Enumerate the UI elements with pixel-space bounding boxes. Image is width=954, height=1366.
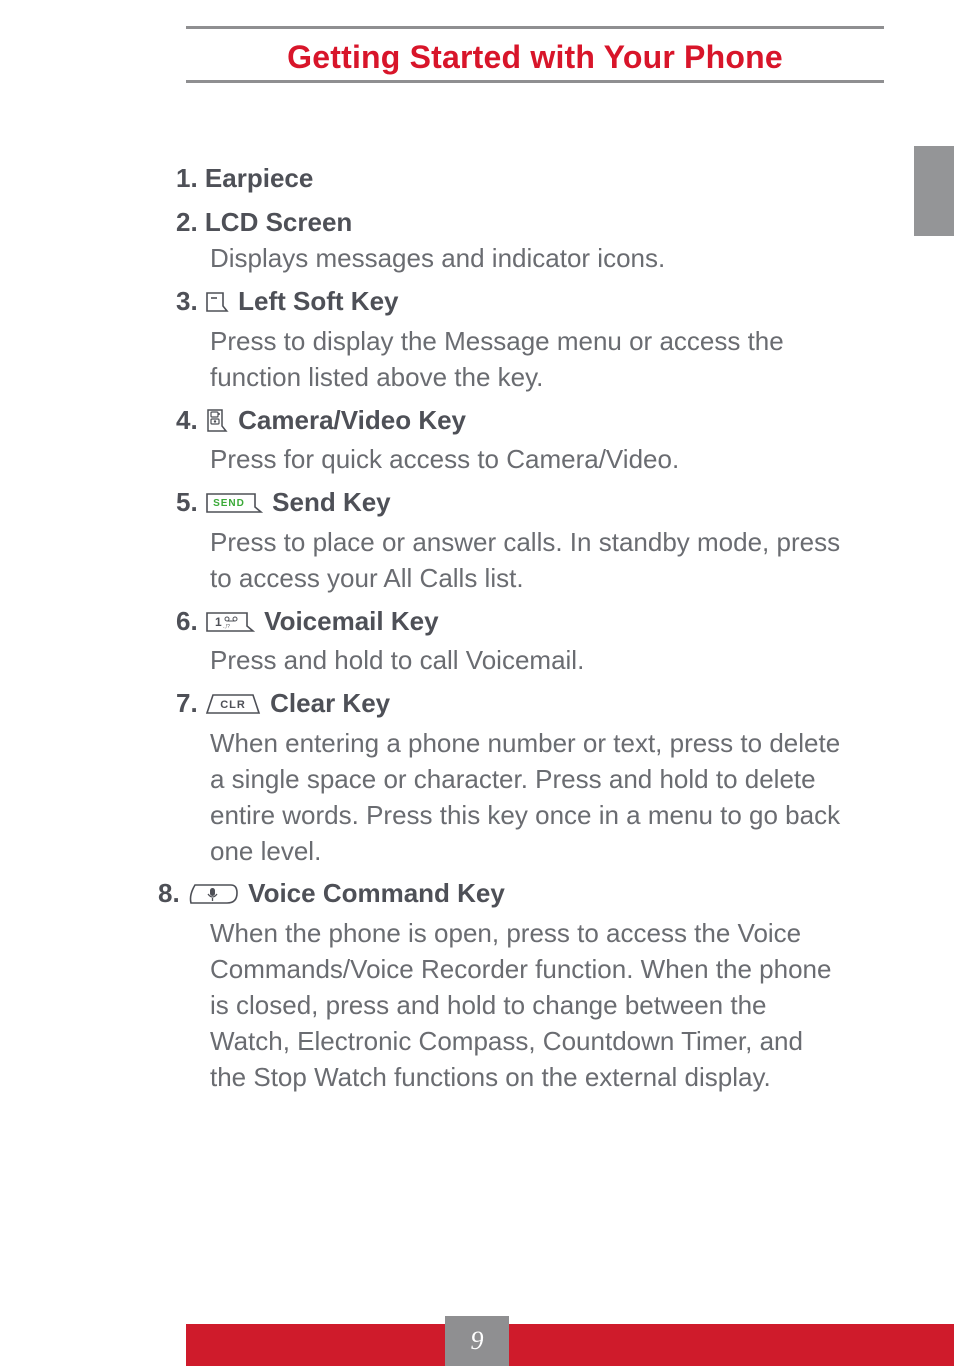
item-description: Displays messages and indicator icons.	[210, 241, 844, 277]
item-number: 8.	[158, 878, 180, 908]
list-item: 2. LCD Screen Displays messages and indi…	[176, 204, 844, 278]
send-key-icon: SEND	[205, 487, 263, 525]
clear-key-icon: CLR	[205, 688, 261, 726]
item-title: Earpiece	[205, 163, 313, 193]
item-number: 1.	[176, 163, 198, 193]
item-number: 6.	[176, 606, 198, 636]
header-rule	[186, 80, 884, 83]
item-number: 7.	[176, 688, 198, 718]
item-number: 4.	[176, 405, 198, 435]
svg-text:SEND: SEND	[213, 498, 245, 509]
item-description: When entering a phone number or text, pr…	[210, 726, 844, 870]
voice-command-key-icon	[187, 878, 239, 916]
list-item: 1. Earpiece	[176, 160, 844, 198]
voicemail-key-icon: 1 .,!?	[205, 606, 255, 644]
item-title: Send Key	[272, 487, 391, 517]
section-header: Getting Started with Your Phone	[186, 26, 884, 83]
page-number-badge: 9	[445, 1316, 509, 1366]
item-title: Clear Key	[270, 688, 390, 718]
item-title: Voicemail Key	[264, 606, 438, 636]
list-item: 4. Camera/Video Key Press for quick acce…	[176, 402, 844, 479]
item-title: Voice Command Key	[248, 878, 505, 908]
header-rule	[186, 26, 884, 29]
svg-text:CLR: CLR	[220, 699, 246, 711]
left-soft-key-icon	[205, 286, 229, 324]
item-number: 5.	[176, 487, 198, 517]
svg-text:1: 1	[215, 615, 222, 629]
item-description: Press and hold to call Voicemail.	[210, 643, 844, 679]
list-item: 8. Voice Command Key When the phone is o…	[158, 875, 844, 1095]
item-description: Press for quick access to Camera/Video.	[210, 442, 844, 478]
item-title: LCD Screen	[205, 207, 352, 237]
list-item: 5. SEND Send Key Press to place or answe…	[176, 484, 844, 596]
item-title: Left Soft Key	[238, 286, 398, 316]
footer-bar	[186, 1324, 954, 1366]
chapter-tab	[914, 146, 954, 236]
svg-text:.,!?: .,!?	[223, 624, 230, 630]
feature-list: 1. Earpiece 2. LCD Screen Displays messa…	[176, 160, 844, 1102]
item-number: 2.	[176, 207, 198, 237]
camera-video-key-icon	[205, 405, 229, 443]
page-title: Getting Started with Your Phone	[186, 31, 884, 80]
list-item: 3. Left Soft Key Press to display the Me…	[176, 283, 844, 395]
item-description: When the phone is open, press to access …	[210, 916, 844, 1095]
list-item: 7. CLR Clear Key When entering a phone n…	[176, 685, 844, 869]
page-number: 9	[471, 1326, 484, 1356]
item-title: Camera/Video Key	[238, 405, 466, 435]
item-description: Press to place or answer calls. In stand…	[210, 525, 844, 597]
page-footer: 9	[0, 1324, 954, 1366]
list-item: 6. 1 .,!? Voicemail Key Press and hold t…	[176, 603, 844, 680]
item-description: Press to display the Message menu or acc…	[210, 324, 844, 396]
item-number: 3.	[176, 286, 198, 316]
